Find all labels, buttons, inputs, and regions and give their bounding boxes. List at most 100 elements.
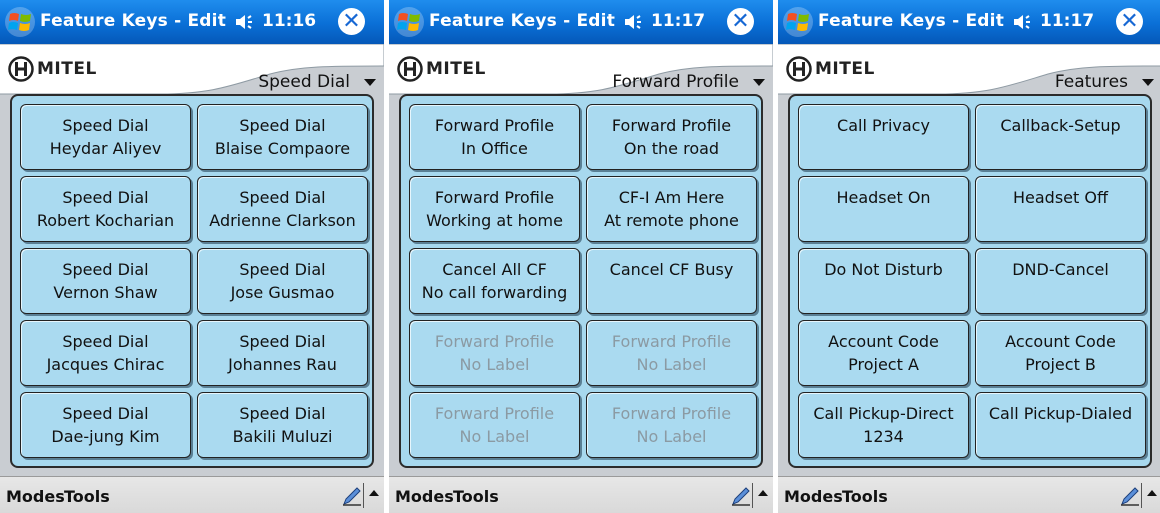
key-label-line1: Speed Dial: [62, 404, 149, 423]
key-label-line2: Heydar Aliyev: [49, 139, 162, 158]
speaker-icon[interactable]: [1012, 13, 1034, 31]
feature-key-8[interactable]: Forward Profile No Label: [586, 320, 757, 386]
pen-icon[interactable]: [341, 485, 363, 507]
feature-key-7[interactable]: Account Code Project A: [798, 320, 969, 386]
feature-key-10[interactable]: Forward Profile No Label: [586, 392, 757, 458]
key-label-line2: On the road: [623, 139, 720, 158]
key-label-line2: Vernon Shaw: [53, 283, 158, 302]
window-title: Feature Keys - Edit: [429, 11, 616, 31]
feature-key-6[interactable]: Cancel CF Busy: [586, 248, 757, 314]
feature-key-2[interactable]: Callback-Setup: [975, 104, 1146, 170]
sip-arrow-icon[interactable]: [1147, 490, 1157, 496]
tools-menu[interactable]: Tools: [453, 487, 499, 506]
clock[interactable]: 11:16: [262, 11, 316, 31]
feature-key-6[interactable]: DND-Cancel: [975, 248, 1146, 314]
key-label-line1: Forward Profile: [434, 116, 555, 135]
feature-key-1[interactable]: Forward Profile In Office: [409, 104, 580, 170]
key-label-line2: Project A: [848, 355, 919, 374]
mitel-logo-icon: [8, 56, 34, 82]
modes-menu[interactable]: Modes: [784, 487, 843, 506]
modes-menu[interactable]: Modes: [6, 487, 65, 506]
windows-flag-icon[interactable]: [782, 6, 814, 38]
feature-key-8[interactable]: Account Code Project B: [975, 320, 1146, 386]
feature-key-7[interactable]: Forward Profile No Label: [409, 320, 580, 386]
sip-arrow-icon[interactable]: [758, 490, 768, 496]
menu-bar: Modes Tools: [389, 476, 773, 513]
key-label-line1: Callback-Setup: [1000, 116, 1121, 135]
feature-key-3[interactable]: Headset On: [798, 176, 969, 242]
category-dropdown[interactable]: Features: [1055, 72, 1154, 92]
pen-icon[interactable]: [1119, 485, 1141, 507]
feature-key-4[interactable]: Speed Dial Adrienne Clarkson: [197, 176, 368, 242]
key-label-line1: Cancel All CF: [442, 260, 547, 279]
mitel-logo: MITEL: [786, 56, 875, 82]
close-icon[interactable]: ✕: [338, 8, 365, 35]
key-label-line1: Speed Dial: [62, 188, 149, 207]
feature-key-8[interactable]: Speed Dial Johannes Rau: [197, 320, 368, 386]
key-label-line1: Forward Profile: [434, 188, 555, 207]
clock[interactable]: 11:17: [1040, 11, 1094, 31]
category-dropdown[interactable]: Speed Dial: [258, 72, 376, 92]
feature-key-5[interactable]: Speed Dial Vernon Shaw: [20, 248, 191, 314]
feature-key-2[interactable]: Forward Profile On the road: [586, 104, 757, 170]
key-label-line1: DND-Cancel: [1012, 260, 1109, 279]
feature-key-9[interactable]: Call Pickup-Direct 1234: [798, 392, 969, 458]
sip-arrow-icon[interactable]: [369, 490, 379, 496]
feature-key-10[interactable]: Call Pickup-Dialed: [975, 392, 1146, 458]
feature-key-5[interactable]: Cancel All CF No call forwarding: [409, 248, 580, 314]
key-label-line2: In Office: [461, 139, 528, 158]
clock[interactable]: 11:17: [651, 11, 705, 31]
feature-key-panel: Speed Dial Heydar Aliyev Speed Dial Blaise…: [10, 94, 374, 468]
title-bar: Feature Keys - Edit 11:17 ✕: [389, 0, 773, 44]
title-bar: Feature Keys - Edit 11:17 ✕: [778, 0, 1160, 44]
close-icon[interactable]: ✕: [727, 8, 754, 35]
key-label-line1: Speed Dial: [62, 332, 149, 351]
feature-key-6[interactable]: Speed Dial Jose Gusmao: [197, 248, 368, 314]
key-label-line2: 1234: [863, 427, 904, 446]
modes-menu[interactable]: Modes: [395, 487, 454, 506]
menu-bar: Modes Tools: [778, 476, 1160, 513]
category-value: Forward Profile: [612, 72, 739, 92]
category-dropdown[interactable]: Forward Profile: [612, 72, 765, 92]
key-label-line1: Account Code: [1005, 332, 1116, 351]
key-label-line1: Forward Profile: [611, 404, 732, 423]
key-label-line2: No Label: [459, 427, 530, 446]
key-label-line1: Forward Profile: [611, 332, 732, 351]
feature-key-7[interactable]: Speed Dial Jacques Chirac: [20, 320, 191, 386]
pen-icon[interactable]: [730, 485, 752, 507]
key-label-line1: Call Privacy: [837, 116, 930, 135]
key-label-line2: Robert Kocharian: [36, 211, 175, 230]
menu-bar: Modes Tools: [0, 476, 384, 513]
key-label-line2: Working at home: [426, 211, 563, 230]
feature-key-1[interactable]: Speed Dial Heydar Aliyev: [20, 104, 191, 170]
feature-key-3[interactable]: Speed Dial Robert Kocharian: [20, 176, 191, 242]
windows-flag-icon[interactable]: [393, 6, 425, 38]
tools-menu[interactable]: Tools: [64, 487, 110, 506]
feature-key-panel: Call Privacy Callback-Setup Headset On H…: [788, 94, 1152, 468]
feature-key-1[interactable]: Call Privacy: [798, 104, 969, 170]
mitel-logo: MITEL: [8, 56, 97, 82]
feature-key-4[interactable]: Headset Off: [975, 176, 1146, 242]
logo-text: MITEL: [815, 59, 875, 79]
close-icon[interactable]: ✕: [1116, 8, 1143, 35]
tools-menu[interactable]: Tools: [842, 487, 888, 506]
pocketpc-screen-forward-profile: Feature Keys - Edit 11:17 ✕ MITEL Forwar…: [389, 0, 773, 513]
key-label-line2: Dae-jung Kim: [51, 427, 160, 446]
key-label-line2: Jose Gusmao: [230, 283, 335, 302]
speaker-icon[interactable]: [623, 13, 645, 31]
feature-key-10[interactable]: Speed Dial Bakili Muluzi: [197, 392, 368, 458]
feature-key-panel: Forward Profile In Office Forward Profile…: [399, 94, 763, 468]
key-label-line1: Call Pickup-Dialed: [988, 404, 1133, 423]
windows-flag-icon[interactable]: [4, 6, 36, 38]
feature-key-3[interactable]: Forward Profile Working at home: [409, 176, 580, 242]
feature-key-5[interactable]: Do Not Disturb: [798, 248, 969, 314]
feature-key-2[interactable]: Speed Dial Blaise Compaore: [197, 104, 368, 170]
speaker-icon[interactable]: [234, 13, 256, 31]
key-label-line2: Blaise Compaore: [214, 139, 351, 158]
window-title: Feature Keys - Edit: [818, 11, 1005, 31]
feature-key-9[interactable]: Forward Profile No Label: [409, 392, 580, 458]
pocketpc-screen-speed-dial: Feature Keys - Edit 11:16 ✕ MITEL Speed …: [0, 0, 384, 513]
feature-key-9[interactable]: Speed Dial Dae-jung Kim: [20, 392, 191, 458]
feature-key-4[interactable]: CF-I Am Here At remote phone: [586, 176, 757, 242]
key-label-line1: Speed Dial: [239, 332, 326, 351]
